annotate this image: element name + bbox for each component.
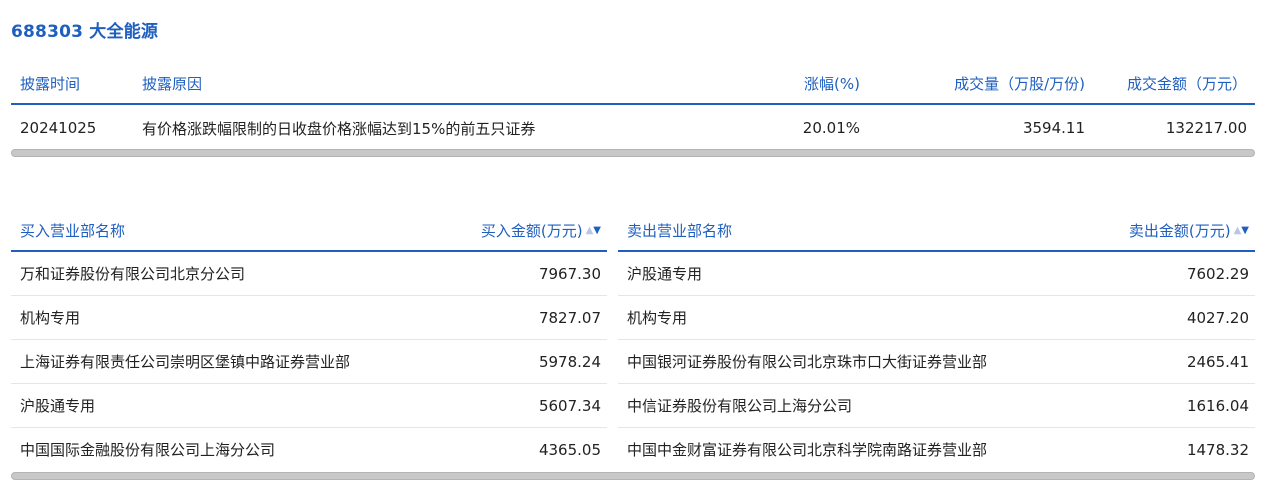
cell-turnover: 132217.00: [1165, 119, 1247, 137]
table-row: 万和证券股份有限公司北京分公司 7967.30: [11, 252, 607, 296]
sort-up-icon: ▲: [1233, 224, 1242, 236]
sell-broker-name: 中国中金财富证券有限公司北京科学院南路证券营业部: [627, 441, 988, 459]
buy-amount-header: 买入金额(万元): [480, 222, 583, 240]
sort-up-icon: ▲: [585, 224, 594, 236]
header-turnover: 成交金额（万元）: [1126, 74, 1247, 93]
brokers-scrollbar[interactable]: [11, 472, 1255, 480]
sell-table: 卖出营业部名称 卖出金额(万元) ▲ ▼ 沪股通专用 7602.29 机构专用 …: [618, 211, 1255, 471]
table-row: 沪股通专用 7602.29: [618, 252, 1255, 296]
cell-volume: 3594.11: [1022, 119, 1085, 137]
table-row: 20241025 有价格涨跌幅限制的日收盘价格涨幅达到15%的前五只证券 20.…: [11, 105, 1255, 151]
sort-arrows-icon[interactable]: ▲ ▼: [1233, 224, 1249, 236]
table-row: 中国中金财富证券有限公司北京科学院南路证券营业部 1478.32: [618, 428, 1255, 471]
buy-amount: 5978.24: [538, 352, 601, 371]
sell-broker-name: 沪股通专用: [627, 265, 703, 283]
buy-amount: 7827.07: [538, 308, 601, 327]
buy-amount-sort[interactable]: 买入金额(万元) ▲ ▼: [481, 220, 601, 241]
table-row: 中国国际金融股份有限公司上海分公司 4365.05: [11, 428, 607, 471]
sell-broker-name: 机构专用: [627, 309, 688, 327]
header-volume: 成交量（万股/万份): [954, 74, 1085, 93]
sell-amount: 1478.32: [1186, 440, 1249, 459]
sell-amount: 1616.04: [1186, 396, 1249, 415]
buy-table: 买入营业部名称 买入金额(万元) ▲ ▼ 万和证券股份有限公司北京分公司 796…: [11, 211, 607, 471]
header-disclosure-reason: 披露原因: [142, 74, 203, 93]
cell-disclosure-reason: 有价格涨跌幅限制的日收盘价格涨幅达到15%的前五只证券: [142, 119, 536, 138]
sell-broker-name: 中信证券股份有限公司上海分公司: [627, 397, 853, 415]
header-change-pct: 涨幅(%): [804, 74, 860, 93]
table-row: 沪股通专用 5607.34: [11, 384, 607, 428]
buy-amount: 4365.05: [538, 440, 601, 459]
sell-broker-name: 中国银河证券股份有限公司北京珠市口大街证券营业部: [627, 353, 988, 371]
table-row: 机构专用 4027.20: [618, 296, 1255, 340]
buy-broker-name: 中国国际金融股份有限公司上海分公司: [20, 441, 276, 459]
sell-amount: 4027.20: [1186, 308, 1249, 327]
sell-name-header: 卖出营业部名称: [627, 222, 733, 240]
summary-header-row: 披露时间 披露原因 涨幅(%) 成交量（万股/万份) 成交金额（万元）: [11, 63, 1255, 105]
summary-table: 披露时间 披露原因 涨幅(%) 成交量（万股/万份) 成交金额（万元） 2024…: [11, 63, 1255, 151]
cell-disclosure-date: 20241025: [20, 119, 97, 137]
buy-name-header: 买入营业部名称: [20, 222, 126, 240]
header-disclosure-date: 披露时间: [20, 74, 81, 93]
page-title: 688303 大全能源: [11, 22, 159, 42]
table-row: 机构专用 7827.07: [11, 296, 607, 340]
sell-amount-header: 卖出金额(万元): [1128, 222, 1231, 240]
table-row: 中国银河证券股份有限公司北京珠市口大街证券营业部 2465.41: [618, 340, 1255, 384]
buy-broker-name: 沪股通专用: [20, 397, 96, 415]
sell-amount: 7602.29: [1186, 264, 1249, 283]
summary-scrollbar[interactable]: [11, 149, 1255, 157]
table-row: 上海证券有限责任公司崇明区堡镇中路证券营业部 5978.24: [11, 340, 607, 384]
buy-broker-name: 万和证券股份有限公司北京分公司: [20, 265, 246, 283]
sell-amount-sort[interactable]: 卖出金额(万元) ▲ ▼: [1129, 220, 1249, 241]
sort-down-icon: ▼: [593, 224, 601, 236]
sell-header-row: 卖出营业部名称 卖出金额(万元) ▲ ▼: [618, 211, 1255, 252]
cell-change-pct: 20.01%: [802, 119, 860, 137]
sort-down-icon: ▼: [1241, 224, 1249, 236]
buy-amount: 7967.30: [538, 264, 601, 283]
table-row: 中信证券股份有限公司上海分公司 1616.04: [618, 384, 1255, 428]
buy-broker-name: 机构专用: [20, 309, 81, 327]
sort-arrows-icon[interactable]: ▲ ▼: [585, 224, 601, 236]
buy-amount: 5607.34: [538, 396, 601, 415]
buy-header-row: 买入营业部名称 买入金额(万元) ▲ ▼: [11, 211, 607, 252]
sell-amount: 2465.41: [1186, 352, 1249, 371]
buy-broker-name: 上海证券有限责任公司崇明区堡镇中路证券营业部: [20, 353, 351, 371]
